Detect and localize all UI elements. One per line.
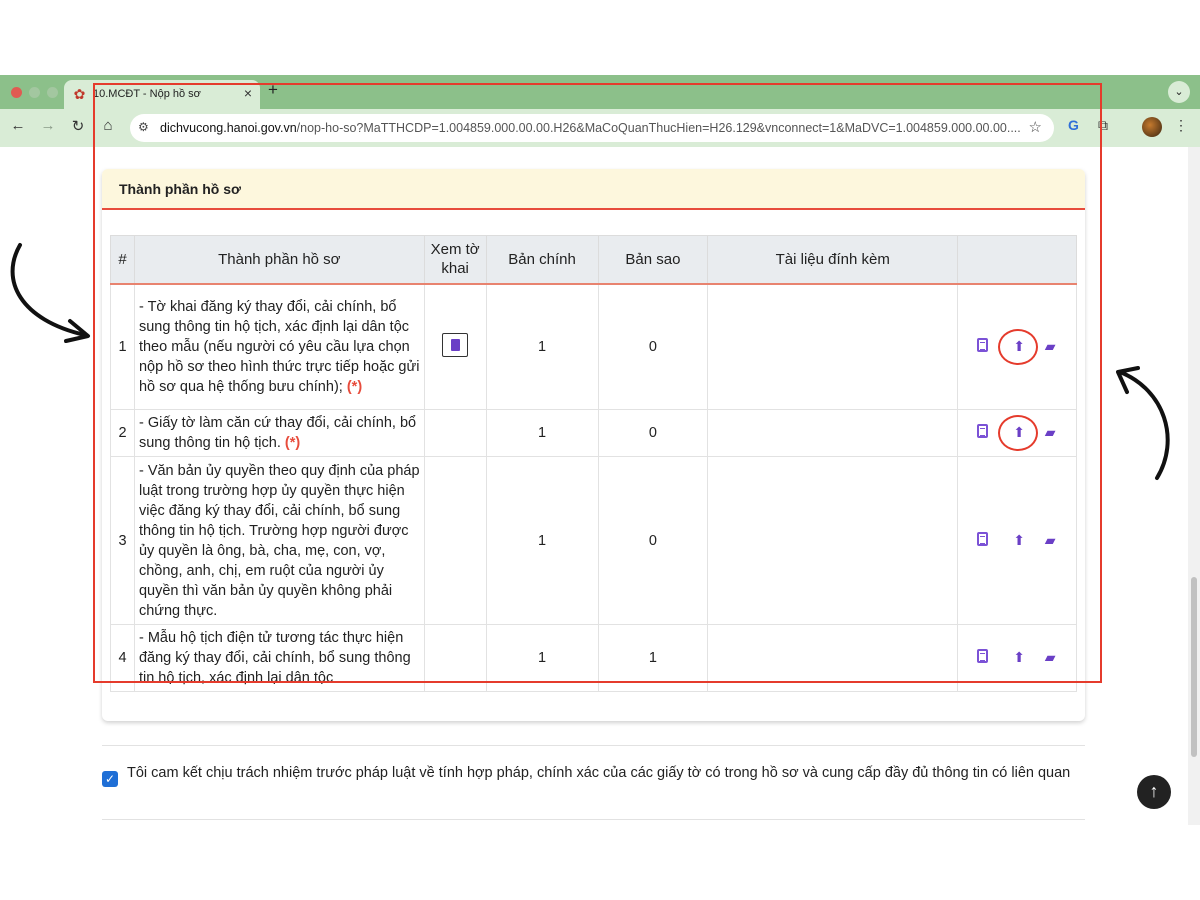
reload-icon[interactable]: ↻ <box>68 117 88 135</box>
profile-avatar[interactable] <box>1142 117 1162 137</box>
back-arrow-icon[interactable]: ← <box>8 117 28 134</box>
forward-arrow-icon[interactable]: → <box>38 117 58 134</box>
divider <box>102 745 1085 746</box>
minimize-window-button[interactable] <box>29 87 40 98</box>
curved-arrow-left-icon <box>10 243 90 343</box>
screenshot-canvas: ✿ 10.MCĐT - Nộp hồ sơ × + ⌄ ← → ↻ ⌂ ⚙ di… <box>0 0 1200 900</box>
scroll-to-top-button[interactable]: ↑ <box>1137 775 1171 809</box>
commitment-text: Tôi cam kết chịu trách nhiệm trước pháp … <box>127 765 1071 781</box>
curved-arrow-right-icon <box>1116 366 1170 480</box>
page-scrollbar[interactable] <box>1188 147 1200 825</box>
maximize-window-button[interactable] <box>47 87 58 98</box>
commitment-checkbox[interactable]: ✓ <box>102 771 118 787</box>
menu-icon[interactable]: ⋮ <box>1174 117 1188 134</box>
tab-search-icon[interactable]: ⌄ <box>1168 81 1190 103</box>
site-favicon-icon: ✿ <box>73 86 86 102</box>
scrollbar-thumb[interactable] <box>1191 577 1197 757</box>
close-window-button[interactable] <box>11 87 22 98</box>
divider <box>102 819 1085 820</box>
highlight-frame <box>93 83 1102 683</box>
